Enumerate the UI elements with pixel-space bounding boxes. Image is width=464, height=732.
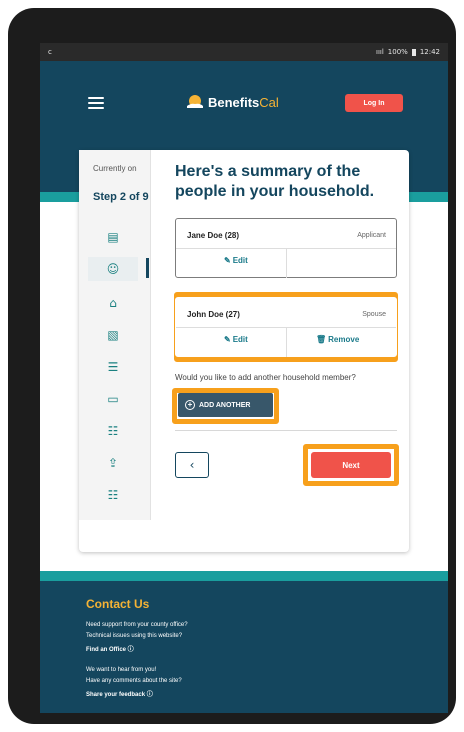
add-member-question: Would you like to add another household …	[175, 373, 356, 382]
footer-teal-band	[40, 571, 448, 581]
trash-icon: 🗑	[316, 335, 327, 344]
member-role: Spouse	[362, 311, 386, 318]
edit-button[interactable]: ✎ Edit	[224, 256, 248, 265]
login-button[interactable]: Log In	[345, 94, 403, 112]
add-another-button[interactable]: + ADD ANOTHER	[178, 393, 273, 417]
back-button[interactable]: ‹	[175, 452, 209, 478]
household-member-card: John Doe (27) Spouse ✎ Edit 🗑 Remove	[175, 297, 397, 357]
screen: c ıııl 100% 12:42 BenefitsCal Log In Cur…	[40, 43, 448, 713]
hamburger-menu-icon[interactable]	[88, 97, 104, 109]
footer-text: Have any comments about the site?	[86, 678, 182, 684]
clock: 12:42	[419, 48, 440, 56]
member-name: Jane Doe (28)	[187, 231, 240, 240]
page-title: Here's a summary of the people in your h…	[175, 163, 375, 200]
brand-name: Benefits	[208, 94, 260, 110]
tablet-device: c ıııl 100% 12:42 BenefitsCal Log In Cur…	[8, 8, 456, 724]
step-indicator: Step 2 of 9	[93, 191, 149, 203]
brand-suffix: Cal	[259, 94, 279, 110]
money-icon[interactable]: ▧	[106, 328, 120, 342]
people-icon[interactable]: ☺	[106, 262, 120, 276]
list-icon[interactable]: ☷	[106, 488, 120, 502]
footer-text: Need support from your county office?	[86, 622, 188, 628]
edit-icon: ✎	[224, 256, 231, 265]
upload-icon[interactable]: ⇪	[106, 456, 120, 470]
step-sidebar: Currently on Step 2 of 9 ▤ ☺ ⌂ ▧ ☰ ▭ ☷ ⇪…	[79, 150, 151, 520]
member-role: Applicant	[357, 232, 386, 239]
remove-button[interactable]: 🗑 Remove	[316, 335, 359, 344]
divider	[175, 430, 397, 431]
main-card: Currently on Step 2 of 9 ▤ ☺ ⌂ ▧ ☰ ▭ ☷ ⇪…	[79, 150, 409, 552]
status-bar: c ıııl 100% 12:42	[40, 43, 448, 61]
car-icon[interactable]: ▭	[106, 392, 120, 406]
sidebar-active-marker	[146, 258, 149, 278]
plus-circle-icon: +	[185, 400, 195, 410]
footer-text: Technical issues using this website?	[86, 633, 183, 639]
next-button[interactable]: Next	[311, 452, 391, 478]
house-icon[interactable]: ⌂	[106, 296, 120, 310]
edit-button[interactable]: ✎ Edit	[224, 335, 248, 344]
battery-percent: 100%	[387, 48, 408, 56]
id-card-icon[interactable]: ▤	[106, 230, 120, 244]
document-icon[interactable]: ☰	[106, 360, 120, 374]
edit-icon: ✎	[224, 335, 231, 344]
share-feedback-link[interactable]: Share your feedback ⓘ	[86, 689, 153, 698]
contact-us-title: Contact Us	[86, 597, 150, 611]
member-name: John Doe (27)	[187, 310, 240, 319]
footer-text: We want to hear from you!	[86, 667, 157, 673]
list-icon[interactable]: ☷	[106, 424, 120, 438]
bear-logo-icon	[187, 95, 203, 108]
battery-icon	[411, 48, 416, 56]
household-member-card: Jane Doe (28) Applicant ✎ Edit	[175, 218, 397, 278]
footer: Contact Us Need support from your county…	[40, 581, 448, 713]
status-left-icon: c	[48, 48, 52, 56]
signal-icon: ıııl	[376, 48, 384, 56]
find-office-link[interactable]: Find an Office ⓘ	[86, 644, 134, 653]
benefitscal-logo[interactable]: BenefitsCal	[185, 94, 279, 110]
currently-on-label: Currently on	[93, 164, 137, 173]
